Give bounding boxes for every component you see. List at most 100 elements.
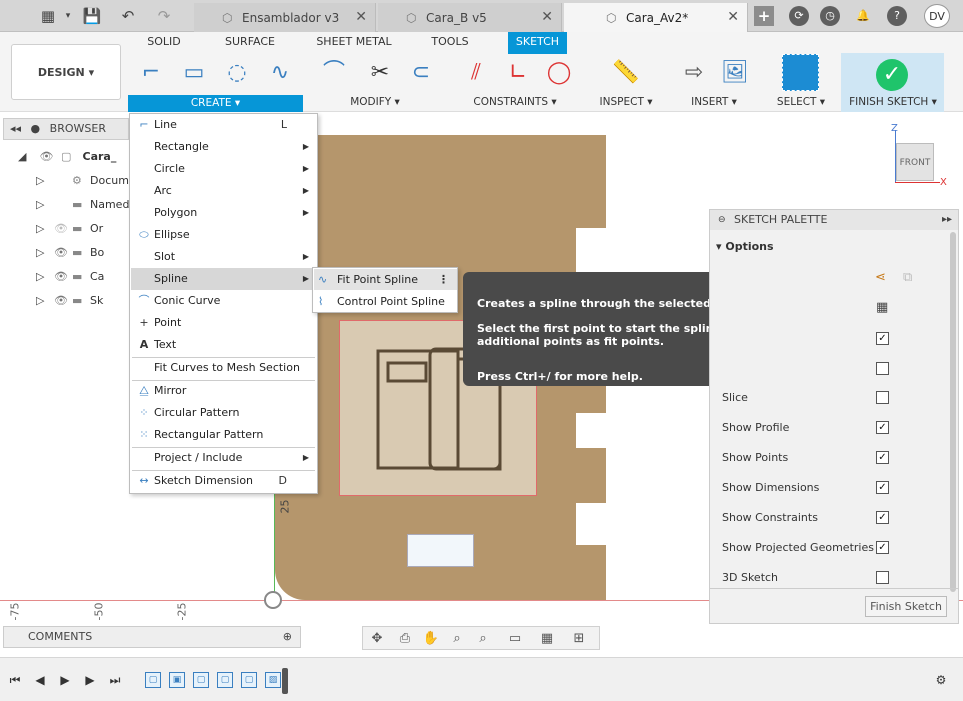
- menu-item-spline[interactable]: Spline ▶: [131, 268, 317, 290]
- fit-zoom-icon[interactable]: ⌕: [473, 629, 493, 649]
- measure-ruler-icon[interactable]: 📏: [610, 57, 642, 89]
- tab-sketch[interactable]: SKETCH: [508, 32, 567, 54]
- eye-icon[interactable]: 👁: [54, 291, 72, 311]
- menu-item-ellipse[interactable]: ⬭ Ellipse: [131, 224, 317, 246]
- go-to-end-icon[interactable]: ⏭: [106, 671, 124, 689]
- play-icon[interactable]: ▶: [56, 671, 74, 689]
- offset-icon[interactable]: ⊂: [405, 57, 437, 89]
- menu-item-fit-curves[interactable]: Fit Curves to Mesh Section: [131, 357, 317, 379]
- go-to-start-icon[interactable]: ⏮: [6, 671, 24, 689]
- expand-arrow-icon[interactable]: ▷: [36, 243, 46, 263]
- timeline-sketch-feature-icon[interactable]: ▢: [241, 672, 257, 688]
- show-profile-checkbox[interactable]: ✓: [876, 421, 889, 434]
- pan-hand-icon[interactable]: ✋: [421, 629, 441, 649]
- palette-header[interactable]: ⊖ SKETCH PALETTE ▸▸: [710, 210, 958, 230]
- menu-item-line[interactable]: ⌐ Line L: [131, 114, 317, 136]
- origin-point-icon[interactable]: [264, 591, 282, 609]
- add-comment-icon[interactable]: ⊕: [283, 627, 292, 647]
- constraints-dropdown[interactable]: CONSTRAINTS ▾: [470, 96, 560, 108]
- tab-cara-b[interactable]: ⬡ Cara_B v5 ✕: [378, 3, 562, 32]
- insert-dropdown[interactable]: INSERT ▾: [686, 96, 742, 108]
- timeline-sketch-feature-icon[interactable]: ▢: [193, 672, 209, 688]
- modify-dropdown[interactable]: MODIFY ▾: [345, 96, 405, 108]
- undo-icon[interactable]: ↶: [118, 6, 138, 26]
- timeline-settings-gear-icon[interactable]: ⚙: [932, 671, 950, 689]
- show-dimensions-checkbox[interactable]: ✓: [876, 481, 889, 494]
- coincident-constraint-icon[interactable]: ⫽: [460, 57, 492, 89]
- select-dropdown[interactable]: SELECT ▾: [771, 96, 831, 108]
- finish-sketch-dropdown[interactable]: FINISH SKETCH ▾: [843, 96, 943, 108]
- menu-item-circular-pattern[interactable]: ⁘ Circular Pattern: [131, 402, 317, 424]
- eye-hidden-icon[interactable]: 👁: [54, 219, 72, 239]
- user-avatar[interactable]: DV: [924, 4, 950, 28]
- new-tab-plus-icon[interactable]: +: [754, 6, 774, 26]
- show-points-checkbox[interactable]: ✓: [876, 451, 889, 464]
- fillet-icon[interactable]: ⌒: [318, 57, 350, 89]
- expand-arrow-icon[interactable]: ▷: [36, 291, 46, 311]
- browser-item-document-settings[interactable]: ▷ ⚙ Docume: [36, 171, 129, 191]
- grid-settings-icon[interactable]: ▦: [537, 629, 557, 649]
- menu-item-mirror[interactable]: ⧋ Mirror: [131, 380, 317, 402]
- eye-icon[interactable]: 👁: [54, 243, 72, 263]
- browser-panel-header[interactable]: ◂◂ ● BROWSER: [3, 118, 129, 140]
- comments-panel-header[interactable]: COMMENTS ⊕: [3, 626, 301, 648]
- slice-checkbox[interactable]: [876, 391, 889, 404]
- tab-sheet-metal[interactable]: SHEET METAL: [314, 32, 394, 54]
- insert-derive-icon[interactable]: ⇨: [678, 57, 710, 89]
- insert-image-icon[interactable]: 🖼: [719, 57, 751, 89]
- timeline-marker[interactable]: [282, 668, 288, 694]
- option-checkbox[interactable]: [876, 362, 889, 375]
- viewports-icon[interactable]: ⊞: [569, 629, 589, 649]
- sketch-grid-icon[interactable]: ▦: [876, 300, 888, 315]
- palette-scrollbar[interactable]: [950, 232, 956, 592]
- step-back-icon[interactable]: ◀: [31, 671, 49, 689]
- help-icon[interactable]: ?: [887, 6, 907, 26]
- eye-icon[interactable]: 👁: [54, 267, 72, 287]
- select-window-icon[interactable]: [782, 54, 819, 91]
- collapse-icon[interactable]: ◂◂: [10, 122, 21, 135]
- grid-menu-icon[interactable]: ▦: [38, 6, 58, 26]
- orbit-icon[interactable]: ✥: [367, 629, 387, 649]
- expand-panel-icon[interactable]: ▸▸: [942, 210, 952, 230]
- browser-root[interactable]: ◢ 👁 ▢ Cara_: [18, 147, 129, 167]
- zoom-icon[interactable]: ⌕: [447, 629, 467, 649]
- step-forward-icon[interactable]: ▶: [81, 671, 99, 689]
- expand-arrow-icon[interactable]: ▷: [36, 219, 46, 239]
- browser-item-sketches[interactable]: ▷ 👁 ▬ Sk: [36, 291, 129, 311]
- browser-item-canvases[interactable]: ▷ 👁 ▬ Ca: [36, 267, 129, 287]
- redo-icon[interactable]: ↷: [154, 6, 174, 26]
- tab-cara-a[interactable]: ⬡ Cara_Av2* ✕: [564, 3, 748, 32]
- browser-item-bodies[interactable]: ▷ 👁 ▬ Bo: [36, 243, 129, 263]
- file-menu-arrow-icon[interactable]: ▾: [58, 6, 78, 26]
- close-icon[interactable]: ✕: [541, 9, 553, 25]
- menu-item-point[interactable]: + Point: [131, 312, 317, 334]
- menu-item-text[interactable]: A Text: [131, 334, 317, 356]
- expand-arrow-icon[interactable]: ▷: [36, 267, 46, 287]
- look-at-icon[interactable]: ⎙: [395, 629, 415, 649]
- more-options-icon[interactable]: ⋮: [438, 269, 449, 290]
- tangent-constraint-icon[interactable]: ◯: [543, 57, 575, 89]
- display-settings-icon[interactable]: ▭: [505, 629, 525, 649]
- expand-arrow-icon[interactable]: ▷: [36, 171, 46, 191]
- timeline-canvas-feature-icon[interactable]: ▨: [265, 672, 281, 688]
- line-icon[interactable]: ⌐: [135, 57, 167, 89]
- view-cube[interactable]: FRONT: [896, 143, 934, 181]
- workspace-switcher[interactable]: DESIGN ▾: [11, 44, 121, 100]
- timeline-sketch-feature-icon[interactable]: ▢: [217, 672, 233, 688]
- finish-sketch-check-icon[interactable]: ✓: [876, 59, 908, 91]
- expand-arrow-icon[interactable]: ▷: [36, 195, 46, 215]
- menu-item-sketch-dimension[interactable]: ↔ Sketch Dimension D: [131, 470, 317, 492]
- timeline-extrude-feature-icon[interactable]: ▣: [169, 672, 185, 688]
- browser-item-named-views[interactable]: ▷ ▬ Named V: [36, 195, 129, 215]
- look-at-icon[interactable]: ⧉: [903, 270, 912, 285]
- notifications-bell-icon[interactable]: 🔔: [853, 6, 873, 26]
- menu-item-control-point-spline[interactable]: ⌇ Control Point Spline: [314, 291, 457, 312]
- linetype-icon[interactable]: ⋖: [875, 270, 886, 285]
- tab-ensamblador[interactable]: ⬡ Ensamblador v3 ✕: [194, 3, 376, 32]
- menu-item-rectangle[interactable]: Rectangle ▶: [131, 136, 317, 158]
- browser-item-origin[interactable]: ▷ 👁 ▬ Or: [36, 219, 129, 239]
- close-icon[interactable]: ✕: [727, 9, 739, 25]
- inspect-dropdown[interactable]: INSPECT ▾: [598, 96, 654, 108]
- menu-item-arc[interactable]: Arc ▶: [131, 180, 317, 202]
- eye-icon[interactable]: 👁: [40, 147, 58, 167]
